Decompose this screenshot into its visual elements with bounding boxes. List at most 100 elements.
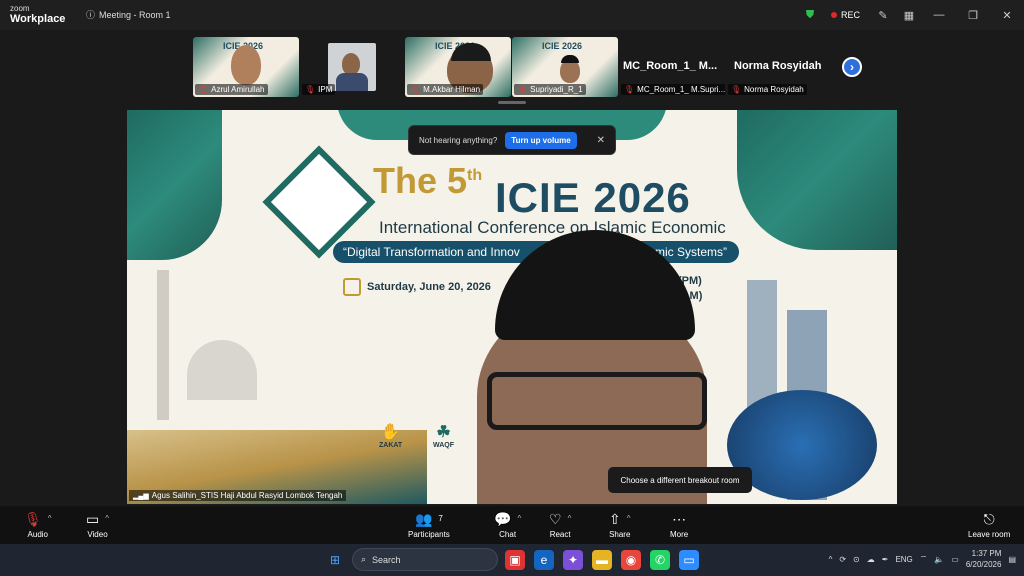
zoom-logo: zoom Workplace (10, 4, 66, 25)
battery-icon[interactable]: ▭ (951, 555, 959, 564)
next-page-button[interactable]: › (839, 54, 865, 80)
muted-mic-icon: 🎙 (305, 85, 316, 94)
chevron-up-icon[interactable]: ^ (48, 510, 52, 528)
participant-video (231, 45, 261, 85)
muted-mic-icon: 🎙 (517, 85, 528, 94)
clock[interactable]: 1:37 PM 6/20/2026 (966, 548, 1002, 570)
chevron-up-icon[interactable]: ^ (829, 555, 833, 564)
share-button[interactable]: ⇧ ^ Share (609, 510, 631, 539)
poster-date: Saturday, June 20, 2026 (343, 278, 491, 296)
video-button[interactable]: ▭ ^ Video (86, 510, 109, 539)
chevron-up-icon[interactable]: ^ (568, 510, 572, 528)
video-camera-icon: ▭ (86, 511, 100, 527)
system-tray: ^ ⟳ ⊙ ☁ ✒ ENG ⌔ 🔈 ▭ 1:37 PM 6/20/2026 ▤ (829, 548, 1016, 570)
mosque-dome (187, 340, 257, 400)
calendar-icon (343, 278, 361, 296)
shield-icon[interactable]: ⛊ (797, 0, 823, 30)
whatsapp-icon[interactable]: ✆ (650, 550, 670, 570)
participant-big-name: MC_Room_1_ M... (623, 60, 718, 72)
chrome-icon[interactable]: ◉ (621, 550, 641, 570)
wifi-icon[interactable]: ⌔ (920, 554, 928, 564)
search-icon: ⌕ (361, 554, 367, 564)
audio-button[interactable]: 🎙 ^ Audio (24, 510, 52, 539)
meeting-info[interactable]: ⓘ Meeting - Room 1 (86, 8, 171, 21)
volume-notice: Not hearing anything? Turn up volume ✕ (408, 125, 616, 155)
rec-label: REC (840, 10, 860, 20)
share-screen-icon: ⇧ (609, 511, 621, 527)
volume-muted-icon[interactable]: 🔈 (934, 555, 944, 564)
leave-room-button[interactable]: ⎋ Leave room (968, 510, 1010, 539)
participant-strip: ICIE 2026 🎙 Azrul Amirullah 🎙 IPM ICIE 202… (0, 37, 1024, 99)
close-icon[interactable]: ✕ (990, 0, 1024, 30)
participant-name: 🎙 MC_Room_1_ M.Supri... (621, 84, 725, 95)
breakout-tooltip: Choose a different breakout room (608, 467, 752, 493)
chevron-up-icon[interactable]: ^ (627, 510, 631, 528)
participant-tile[interactable]: Norma Rosyidah 🎙 Norma Rosyidah (726, 37, 832, 97)
participant-tile[interactable]: ICIE 2026 🎙 Azrul Amirullah (193, 37, 299, 97)
poster-icie: ICIE 2026 (495, 174, 691, 221)
muted-mic-icon: 🎙 (410, 85, 421, 94)
waqf-icon-label: ☘ WAQF (433, 424, 454, 449)
main-video: The 5th ICIE 2026 International Conferen… (127, 110, 897, 504)
recording-indicator[interactable]: REC (830, 10, 860, 20)
turn-up-volume-button[interactable]: Turn up volume (505, 131, 577, 149)
participant-big-name: Norma Rosyidah (734, 60, 822, 72)
signal-icon: ▂▄▆ (133, 492, 149, 500)
chevron-up-icon[interactable]: ^ (105, 510, 109, 528)
participant-tile[interactable]: ICIE 2026 🎙 Supriyadi_R_1 (512, 37, 618, 97)
view-icon[interactable]: ▦ (896, 0, 922, 30)
app-tray-icon[interactable]: ⊙ (853, 555, 860, 564)
main-speaker-name: ▂▄▆ Agus Salihin_STIS Haji Abdul Rasyid … (129, 490, 347, 501)
mini-poster-title: ICIE 2026 (542, 41, 583, 51)
participant-tile[interactable]: ICIE 2026 🎙 M.Akbar Hilman (405, 37, 511, 97)
annotate-icon[interactable]: ✎ (870, 0, 896, 30)
pen-tray-icon[interactable]: ✒ (882, 555, 889, 564)
chevron-up-icon[interactable]: ^ (517, 510, 521, 528)
chat-button[interactable]: 💬 ^ Chat (494, 510, 521, 539)
more-button[interactable]: ⋯ More (670, 510, 688, 539)
chat-icon: 💬 (494, 511, 512, 527)
participants-label: Participants (408, 530, 450, 539)
restore-icon[interactable]: ❐ (956, 0, 990, 30)
title-bar: zoom Workplace ⓘ Meeting - Room 1 ⛊ REC … (0, 0, 1024, 30)
sync-icon[interactable]: ⟳ (839, 555, 846, 564)
muted-mic-icon: 🎙 (624, 85, 635, 94)
notification-icon[interactable]: ▤ (1008, 555, 1016, 564)
video-label: Video (87, 530, 108, 539)
windows-start-icon[interactable]: ⊞ (325, 550, 345, 570)
participants-button[interactable]: 👥 7 Participants (408, 510, 450, 539)
input-language[interactable]: ENG (895, 555, 912, 564)
info-icon: ⓘ (86, 10, 96, 20)
leave-label: Leave room (968, 530, 1011, 539)
meeting-toolbar: 🎙 ^ Audio ▭ ^ Video 👥 7 Participants 💬 ^ Cha… (0, 506, 1024, 544)
record-dot-icon (830, 12, 837, 18)
participant-tile[interactable]: MC_Room_1_ M... 🎙 MC_Room_1_ M.Supri... (619, 37, 725, 97)
react-button[interactable]: ♡ ^ React (549, 510, 571, 539)
share-label: Share (609, 530, 631, 539)
close-icon[interactable]: ✕ (597, 135, 605, 146)
file-explorer-icon[interactable]: ▬ (592, 550, 612, 570)
ornament-top-left (127, 110, 222, 260)
taskbar-search[interactable]: ⌕ Search (352, 548, 498, 571)
cloud-icon[interactable]: ☁ (867, 555, 875, 564)
zoom-taskbar-icon[interactable]: ▭ (679, 550, 699, 570)
audio-label: Audio (27, 530, 48, 539)
participant-name: 🎙 Azrul Amirullah (195, 84, 268, 95)
minimize-icon[interactable]: — (922, 0, 956, 30)
minaret (157, 270, 169, 420)
speaker-glasses (487, 372, 707, 430)
heart-icon: ♡ (549, 511, 562, 527)
participant-name: 🎙 Norma Rosyidah (728, 84, 807, 95)
muted-mic-icon: 🎙 (198, 85, 209, 94)
strip-resize-handle[interactable] (498, 101, 526, 104)
participant-name: 🎙 IPM (302, 84, 336, 95)
ornament-top-right (737, 110, 897, 250)
edge-icon[interactable]: e (534, 550, 554, 570)
meeting-title: Meeting - Room 1 (99, 9, 171, 20)
muted-mic-icon: 🎙 (731, 85, 742, 94)
participant-tile[interactable]: 🎙 IPM (300, 37, 404, 97)
media-app-icon[interactable]: ▣ (505, 550, 525, 570)
zakat-icon-label: ✋ ZAKAT (379, 424, 403, 449)
logo-bottom: Workplace (10, 13, 66, 25)
copilot-icon[interactable]: ✦ (563, 550, 583, 570)
